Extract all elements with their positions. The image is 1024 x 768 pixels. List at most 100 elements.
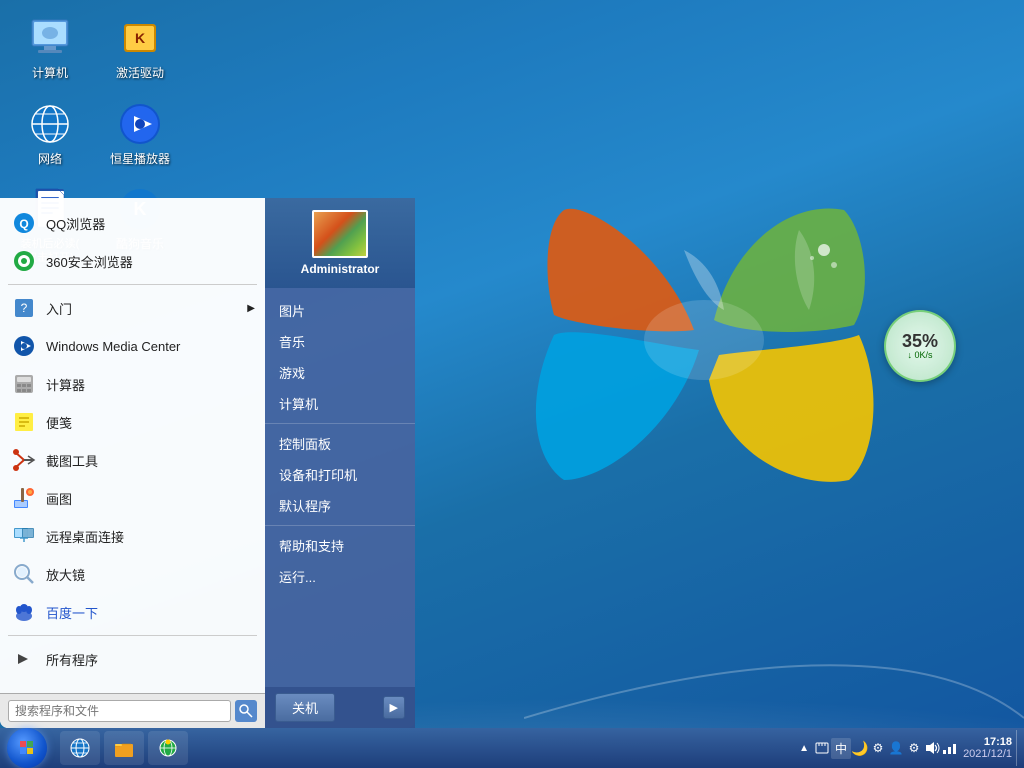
tray-expand-icon[interactable]: ▲ (795, 739, 813, 757)
right-menu-music[interactable]: 音乐 (265, 326, 415, 357)
right-menu-games[interactable]: 游戏 (265, 357, 415, 388)
taskbar-ie-icon (156, 736, 180, 760)
windows-logo (504, 150, 904, 550)
magnifier-icon (10, 560, 38, 588)
tray-icon-3[interactable]: 👤 (887, 739, 905, 757)
tray-settings-icon[interactable]: ⚙ (905, 739, 923, 757)
menu-item-magnifier[interactable]: 放大镜 (0, 555, 265, 593)
network-icon (26, 100, 74, 148)
menu-item-360-browser[interactable]: 360安全浏览器 (0, 242, 265, 280)
taskbar-items (54, 731, 795, 765)
user-section: Administrator (265, 198, 415, 288)
tray-icon-2[interactable]: ⚙ (869, 739, 887, 757)
right-menu-run[interactable]: 运行... (265, 561, 415, 592)
menu-item-intro[interactable]: ? 入门 ▶ (0, 289, 265, 327)
taskbar-item-network[interactable] (60, 731, 100, 765)
right-menu-pictures[interactable]: 图片 (265, 295, 415, 326)
shutdown-bar: 关机 ▶ (265, 687, 415, 728)
taskbar: ▲ 中 🌙 ⚙ 👤 ⚙ (0, 728, 1024, 768)
taskbar-item-ie[interactable] (148, 731, 188, 765)
tray-language-indicator[interactable]: 中 (831, 738, 851, 759)
shutdown-button[interactable]: 关机 (275, 693, 335, 722)
right-menu-help[interactable]: 帮助和支持 (265, 530, 415, 561)
menu-items-list: Q QQ浏览器 360安全浏览器 (0, 198, 265, 693)
system-tray-area: ▲ 中 🌙 ⚙ 👤 ⚙ (795, 730, 1024, 766)
menu-item-paint[interactable]: 画图 (0, 479, 265, 517)
right-menu-devices[interactable]: 设备和打印机 (265, 459, 415, 490)
start-orb (7, 728, 47, 768)
intro-icon: ? (10, 294, 38, 322)
menu-item-wmc[interactable]: Windows Media Center (0, 327, 265, 365)
activate-label: 激活驱动 (116, 66, 164, 82)
start-menu-left-panel: Q QQ浏览器 360安全浏览器 (0, 198, 265, 728)
calculator-label: 计算器 (46, 375, 85, 394)
360-browser-label: 360安全浏览器 (46, 252, 133, 271)
right-menu-default-programs[interactable]: 默认程序 (265, 490, 415, 521)
tray-network-icon[interactable] (941, 739, 959, 757)
right-menu-computer[interactable]: 计算机 (265, 388, 415, 419)
net-percent: 35% (902, 332, 938, 350)
menu-item-remote[interactable]: 远程桌面连接 (0, 517, 265, 555)
all-programs-icon (10, 645, 38, 673)
right-menu-list: 文档 图片 音乐 游戏 计算机 控制面板 设备和打印机 默认程序 帮助和支持 运… (265, 264, 415, 592)
remote-label: 远程桌面连接 (46, 527, 124, 546)
start-button[interactable] (0, 728, 54, 768)
snip-icon (10, 446, 38, 474)
menu-divider-1 (8, 284, 257, 285)
menu-item-baidu[interactable]: 百度一下 (0, 593, 265, 631)
tray-clock[interactable]: 17:18 2021/12/1 (959, 736, 1016, 760)
menu-item-sticky[interactable]: 便笺 (0, 403, 265, 441)
tray-time: 17:18 (963, 736, 1012, 748)
desktop-icon-network[interactable]: 网络 (10, 96, 90, 172)
hengxing-icon (116, 100, 164, 148)
taskbar-explorer-icon (112, 736, 136, 760)
remote-icon (10, 522, 38, 550)
start-menu: Administrator 文档 图片 音乐 游戏 计算机 控制面板 设备和打印… (0, 198, 415, 728)
computer-icon (26, 14, 74, 62)
qq-browser-label: QQ浏览器 (46, 214, 105, 233)
tray-moon-icon[interactable]: 🌙 (851, 739, 869, 757)
snip-label: 截图工具 (46, 451, 98, 470)
right-divider-2 (265, 525, 415, 526)
taskbar-item-explorer[interactable] (104, 731, 144, 765)
desktop-icon-activate[interactable]: K 激活驱动 (100, 10, 180, 86)
net-speed-value: ↓ 0K/s (907, 350, 932, 360)
desktop: 计算机 网络 (0, 0, 1024, 768)
sticky-icon (10, 408, 38, 436)
paint-label: 画图 (46, 489, 72, 508)
taskbar-network-icon (68, 736, 92, 760)
baidu-icon (10, 598, 38, 626)
start-menu-right-panel: Administrator 文档 图片 音乐 游戏 计算机 控制面板 设备和打印… (265, 198, 415, 728)
desktop-icon-computer[interactable]: 计算机 (10, 10, 90, 86)
svg-text:?: ? (21, 301, 28, 315)
wmc-label: Windows Media Center (46, 339, 180, 354)
360-browser-icon (10, 247, 38, 275)
menu-item-calculator[interactable]: 计算器 (0, 365, 265, 403)
sticky-label: 便笺 (46, 413, 72, 432)
qq-browser-icon: Q (10, 209, 38, 237)
tray-volume-icon[interactable] (923, 739, 941, 757)
all-programs-label: 所有程序 (46, 650, 98, 669)
network-label: 网络 (38, 152, 62, 168)
search-input[interactable] (8, 700, 231, 722)
wmc-icon (10, 332, 38, 360)
user-avatar (312, 210, 368, 258)
net-speed-widget[interactable]: 35% ↓ 0K/s (884, 310, 956, 382)
tray-icon-1[interactable] (813, 739, 831, 757)
right-menu-control-panel[interactable]: 控制面板 (265, 428, 415, 459)
desktop-icon-hengxing[interactable]: 恒星播放器 (100, 96, 180, 172)
tray-date: 2021/12/1 (963, 748, 1012, 760)
svg-text:K: K (135, 30, 145, 46)
baidu-label: 百度一下 (46, 603, 98, 622)
paint-icon (10, 484, 38, 512)
intro-arrow: ▶ (247, 303, 255, 314)
menu-item-qq-browser[interactable]: Q QQ浏览器 (0, 204, 265, 242)
svg-text:Q: Q (19, 217, 28, 231)
menu-item-snip[interactable]: 截图工具 (0, 441, 265, 479)
menu-item-all-programs[interactable]: 所有程序 (0, 640, 265, 678)
search-button[interactable] (235, 700, 257, 722)
right-divider-1 (265, 423, 415, 424)
shutdown-arrow-button[interactable]: ▶ (383, 696, 405, 719)
user-name: Administrator (301, 262, 380, 276)
show-desktop-button[interactable] (1016, 730, 1024, 766)
